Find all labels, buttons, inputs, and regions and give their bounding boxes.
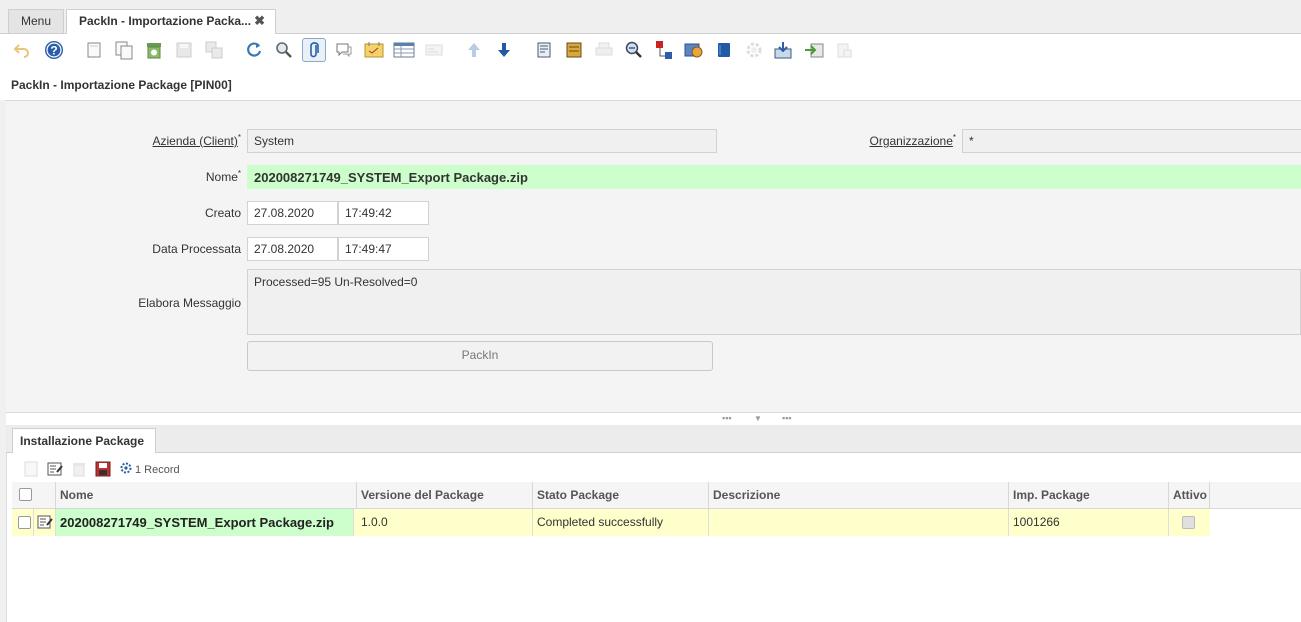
collapse-arrow-icon[interactable]: ▼ bbox=[754, 414, 762, 423]
find-icon[interactable] bbox=[272, 38, 296, 62]
export-icon[interactable] bbox=[772, 38, 796, 62]
col-header-stato[interactable]: Stato Package bbox=[533, 482, 709, 508]
message-field[interactable]: Processed=95 Un-Resolved=0 bbox=[247, 269, 1301, 335]
name-required-mark: * bbox=[237, 169, 241, 178]
name-label: Nome* bbox=[106, 169, 241, 184]
splitter-grip-left[interactable]: ▪▪▪ bbox=[722, 413, 732, 423]
close-tab-icon[interactable]: ✖ bbox=[254, 10, 265, 32]
org-required-mark: * bbox=[952, 133, 956, 142]
org-label: Organizzazione* bbox=[826, 133, 956, 148]
message-label: Elabora Messaggio bbox=[138, 296, 241, 310]
print-icon[interactable] bbox=[592, 38, 616, 62]
col-header-descrizione[interactable]: Descrizione bbox=[709, 482, 1009, 508]
detail-tab-bar: Installazione Package bbox=[6, 425, 1301, 453]
row-name[interactable]: 202008271749_SYSTEM_Export Package.zip bbox=[56, 509, 354, 536]
row-select-checkbox[interactable] bbox=[18, 516, 31, 529]
next-record-icon[interactable] bbox=[492, 38, 516, 62]
name-field[interactable]: 202008271749_SYSTEM_Export Package.zip bbox=[247, 165, 1301, 189]
request-icon[interactable] bbox=[652, 38, 676, 62]
save-icon[interactable] bbox=[172, 38, 196, 62]
svg-text:?: ? bbox=[50, 44, 57, 58]
org-label-text: Organizzazione bbox=[869, 134, 953, 148]
process-icon[interactable] bbox=[742, 38, 766, 62]
processed-label: Data Processata bbox=[152, 242, 241, 256]
delete-icon[interactable] bbox=[142, 38, 166, 62]
row-edit-icon[interactable] bbox=[37, 515, 53, 532]
workflow-icon[interactable] bbox=[712, 38, 736, 62]
tab-menu[interactable]: Menu bbox=[8, 9, 64, 33]
previous-record-icon[interactable] bbox=[462, 38, 486, 62]
delete-line-icon[interactable] bbox=[70, 460, 88, 478]
save-line-icon[interactable] bbox=[94, 460, 112, 478]
processed-date-field[interactable]: 27.08.2020 bbox=[247, 237, 338, 261]
copy-record-icon[interactable] bbox=[112, 38, 136, 62]
col-header-imp-package[interactable]: Imp. Package bbox=[1009, 482, 1169, 508]
row-active-checkbox bbox=[1182, 516, 1195, 529]
save-new-icon[interactable] bbox=[202, 38, 226, 62]
archive-icon[interactable] bbox=[562, 38, 586, 62]
new-record-icon[interactable] bbox=[82, 38, 106, 62]
row-version[interactable]: 1.0.0 bbox=[357, 509, 533, 536]
table-row[interactable]: 202008271749_SYSTEM_Export Package.zip 1… bbox=[12, 509, 1210, 536]
page-title: PackIn - Importazione Package [PIN00] bbox=[11, 78, 232, 92]
row-imp-package[interactable]: 1001266 bbox=[1009, 509, 1169, 536]
created-date-field[interactable]: 27.08.2020 bbox=[247, 201, 338, 225]
col-header-versione[interactable]: Versione del Package bbox=[357, 482, 533, 508]
refresh-icon[interactable] bbox=[242, 38, 266, 62]
row-select-cell bbox=[12, 509, 34, 536]
client-required-mark: * bbox=[237, 133, 241, 142]
splitter-grip-right[interactable]: ▪▪▪ bbox=[782, 413, 792, 423]
header-form: Azienda (Client)* System Organizzazione*… bbox=[6, 100, 1301, 413]
main-toolbar: ? bbox=[0, 34, 1301, 68]
client-label: Azienda (Client)* bbox=[106, 133, 242, 148]
client-field[interactable]: System bbox=[247, 129, 717, 153]
chat-icon[interactable] bbox=[332, 38, 356, 62]
panel-splitter[interactable]: ▪▪▪ ▼ ▪▪▪ bbox=[6, 412, 1301, 425]
created-label: Creato bbox=[204, 206, 241, 220]
help-icon[interactable]: ? bbox=[42, 38, 66, 62]
record-count-text: 1 Record bbox=[135, 463, 180, 476]
client-label-text: Azienda (Client) bbox=[152, 134, 238, 148]
select-all-cell bbox=[12, 482, 56, 508]
record-count[interactable]: 1 Record bbox=[120, 462, 180, 477]
created-time-field[interactable]: 17:49:42 bbox=[338, 201, 429, 225]
col-header-attivo[interactable]: Attivo bbox=[1169, 482, 1210, 508]
parent-record-icon[interactable] bbox=[422, 38, 446, 62]
import-icon[interactable] bbox=[802, 38, 826, 62]
report-icon[interactable] bbox=[532, 38, 556, 62]
note-icon[interactable] bbox=[362, 38, 386, 62]
row-status[interactable]: Completed successfully bbox=[533, 509, 709, 536]
new-line-icon[interactable] bbox=[22, 460, 40, 478]
select-all-checkbox[interactable] bbox=[19, 488, 32, 501]
undo-icon[interactable] bbox=[10, 38, 34, 62]
process-gear-icon bbox=[120, 462, 132, 477]
row-active-cell bbox=[1169, 509, 1210, 536]
row-edit-cell bbox=[34, 509, 56, 536]
tab-installazione-package[interactable]: Installazione Package bbox=[12, 428, 156, 453]
attachment-icon[interactable] bbox=[302, 38, 326, 62]
name-label-text: Nome bbox=[205, 170, 238, 184]
packin-button[interactable]: PackIn bbox=[247, 341, 713, 371]
edit-record-icon[interactable] bbox=[46, 460, 64, 478]
window-tab-bar: Menu PackIn - Importazione Packa... ✖ bbox=[0, 0, 1301, 34]
detail-toolbar: 1 Record bbox=[6, 458, 1301, 482]
tab-packin[interactable]: PackIn - Importazione Packa... ✖ bbox=[66, 9, 276, 34]
grid-header: Nome Versione del Package Stato Package … bbox=[12, 482, 1301, 509]
col-header-nome[interactable]: Nome bbox=[56, 482, 357, 508]
product-info-icon[interactable] bbox=[682, 38, 706, 62]
grid-toggle-icon[interactable] bbox=[392, 38, 416, 62]
processed-time-field[interactable]: 17:49:47 bbox=[338, 237, 429, 261]
zoom-across-icon[interactable] bbox=[622, 38, 646, 62]
close-window-icon[interactable] bbox=[832, 38, 856, 62]
org-field[interactable]: * bbox=[962, 129, 1301, 153]
tab-packin-label: PackIn - Importazione Packa... bbox=[79, 14, 252, 28]
row-description[interactable] bbox=[709, 509, 1009, 536]
